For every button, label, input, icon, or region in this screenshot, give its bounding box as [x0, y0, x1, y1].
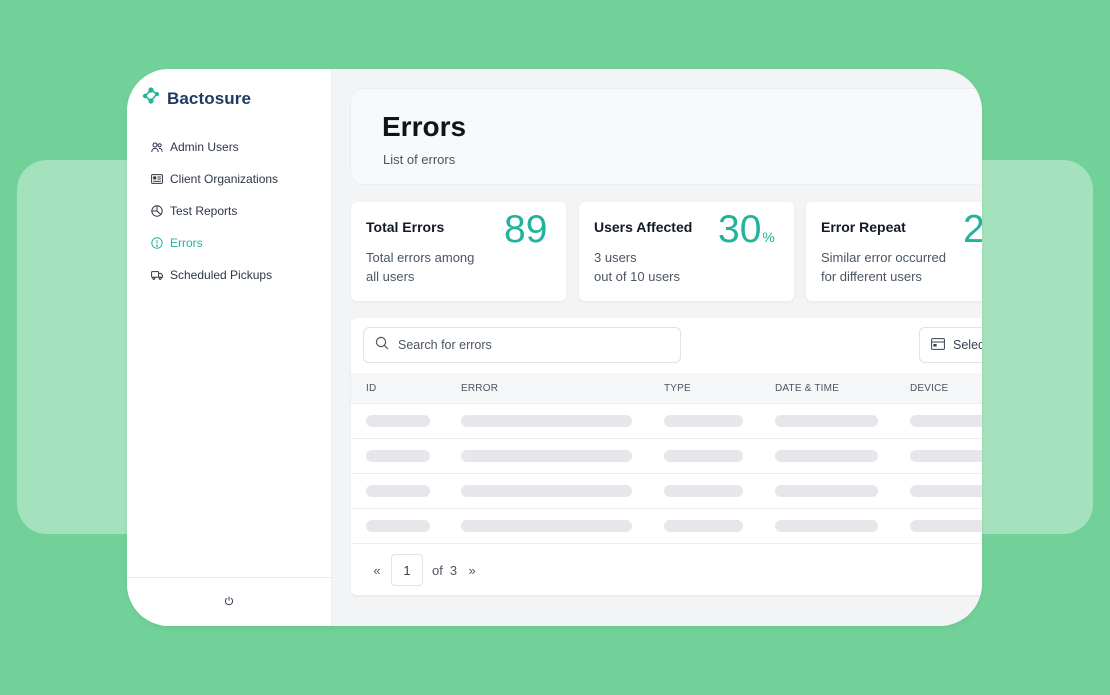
skeleton-cell — [461, 450, 632, 462]
sidebar-nav: Admin Users Client Organizations Test Re… — [151, 131, 326, 291]
id-card-icon — [151, 173, 163, 185]
skeleton-cell — [775, 450, 878, 462]
skeleton-cell — [775, 485, 878, 497]
skeleton-cell — [664, 520, 743, 532]
table-row — [351, 439, 982, 474]
column-header-id[interactable]: ID — [366, 383, 376, 394]
bactosure-logo-icon — [141, 86, 161, 111]
users-icon — [151, 141, 163, 153]
stat-number: 30 — [718, 208, 762, 251]
skeleton-cell — [910, 415, 982, 427]
skeleton-cell — [910, 520, 982, 532]
truck-icon — [151, 269, 163, 281]
sidebar-item-admin-users[interactable]: Admin Users — [151, 131, 326, 163]
skeleton-cell — [461, 485, 632, 497]
column-header-type[interactable]: TYPE — [664, 383, 691, 394]
errors-table-card: Select ID ERROR TYPE DATE & TIME DEVICE — [351, 318, 982, 595]
calendar-icon — [931, 337, 945, 353]
table-row — [351, 509, 982, 544]
page-title: Errors — [382, 111, 467, 142]
current-page-input[interactable]: 1 — [391, 554, 423, 586]
column-header-date-time[interactable]: DATE & TIME — [775, 383, 839, 394]
page-header: Errors List of errors — [350, 88, 982, 185]
stat-number: 89 — [504, 208, 548, 251]
brand-name: Bactosure — [167, 88, 252, 108]
sidebar-item-label: Client Organizations — [170, 172, 279, 186]
stat-description: 3 users out of 10 users — [594, 248, 734, 286]
stat-title: Total Errors — [366, 219, 445, 235]
stat-title: Error Repeat — [821, 219, 906, 235]
stat-value: 89 — [504, 208, 547, 252]
column-header-device[interactable]: DEVICE — [910, 383, 948, 394]
stat-value: 2 — [963, 208, 982, 252]
sidebar-item-errors[interactable]: Errors — [151, 227, 326, 259]
search-box[interactable] — [363, 327, 681, 363]
skeleton-cell — [910, 485, 982, 497]
skeleton-cell — [366, 485, 430, 497]
sidebar-item-scheduled-pickups[interactable]: Scheduled Pickups — [151, 259, 326, 291]
sidebar-item-label: Admin Users — [170, 140, 239, 154]
logo[interactable]: Bactosure — [141, 86, 251, 111]
skeleton-cell — [366, 520, 430, 532]
skeleton-cell — [664, 415, 743, 427]
stat-number: 2 — [963, 208, 982, 251]
skeleton-cell — [366, 415, 430, 427]
sidebar: Bactosure Admin Users Client Organizatio… — [127, 69, 332, 626]
sidebar-item-label: Errors — [170, 236, 203, 250]
skeleton-cell — [910, 450, 982, 462]
table-row — [351, 474, 982, 509]
stat-desc-line: all users — [366, 269, 415, 284]
sidebar-item-label: Scheduled Pickups — [170, 268, 273, 282]
next-page-button[interactable]: » — [466, 563, 478, 578]
sidebar-item-label: Test Reports — [170, 204, 238, 218]
select-filter-button[interactable]: Select — [919, 327, 982, 363]
skeleton-cell — [775, 415, 878, 427]
table-header: ID ERROR TYPE DATE & TIME DEVICE — [351, 373, 982, 404]
search-icon — [375, 336, 389, 355]
stat-desc-line: Similar error occurred — [821, 250, 946, 265]
stat-desc-line: for different users — [821, 269, 922, 284]
page-total: 3 — [449, 562, 458, 578]
page-of-label: of — [432, 562, 443, 578]
stat-card-users-affected: Users Affected 3 users out of 10 users 3… — [579, 202, 794, 301]
skeleton-cell — [664, 485, 743, 497]
search-input[interactable] — [398, 338, 658, 352]
stat-description: Similar error occurred for different use… — [821, 248, 961, 286]
prev-page-button[interactable]: « — [371, 563, 383, 578]
stat-desc-line: 3 users — [594, 250, 637, 265]
pagination: « 1 of 3 » — [371, 554, 478, 586]
sidebar-item-client-organizations[interactable]: Client Organizations — [151, 163, 326, 195]
stat-unit: % — [762, 229, 775, 245]
skeleton-cell — [461, 415, 632, 427]
skeleton-cell — [775, 520, 878, 532]
stat-description: Total errors among all users — [366, 248, 506, 286]
sidebar-item-test-reports[interactable]: Test Reports — [151, 195, 326, 227]
stat-value: 30% — [718, 208, 775, 252]
column-header-error[interactable]: ERROR — [461, 383, 498, 394]
sidebar-footer — [127, 577, 331, 626]
skeleton-cell — [664, 450, 743, 462]
stat-card-error-repeat: Error Repeat Similar error occurred for … — [806, 202, 982, 301]
page-subtitle: List of errors — [383, 152, 456, 167]
stat-title: Users Affected — [594, 219, 693, 235]
pie-chart-icon — [151, 205, 163, 217]
select-label: Select — [953, 338, 982, 352]
stat-card-total-errors: Total Errors Total errors among all user… — [351, 202, 566, 301]
app-window: Bactosure Admin Users Client Organizatio… — [127, 69, 982, 626]
skeleton-cell — [366, 450, 430, 462]
stat-desc-line: out of 10 users — [594, 269, 680, 284]
table-row — [351, 404, 982, 439]
power-icon[interactable] — [224, 593, 234, 611]
stat-desc-line: Total errors among — [366, 250, 475, 265]
skeleton-cell — [461, 520, 632, 532]
alert-circle-icon — [151, 237, 163, 249]
